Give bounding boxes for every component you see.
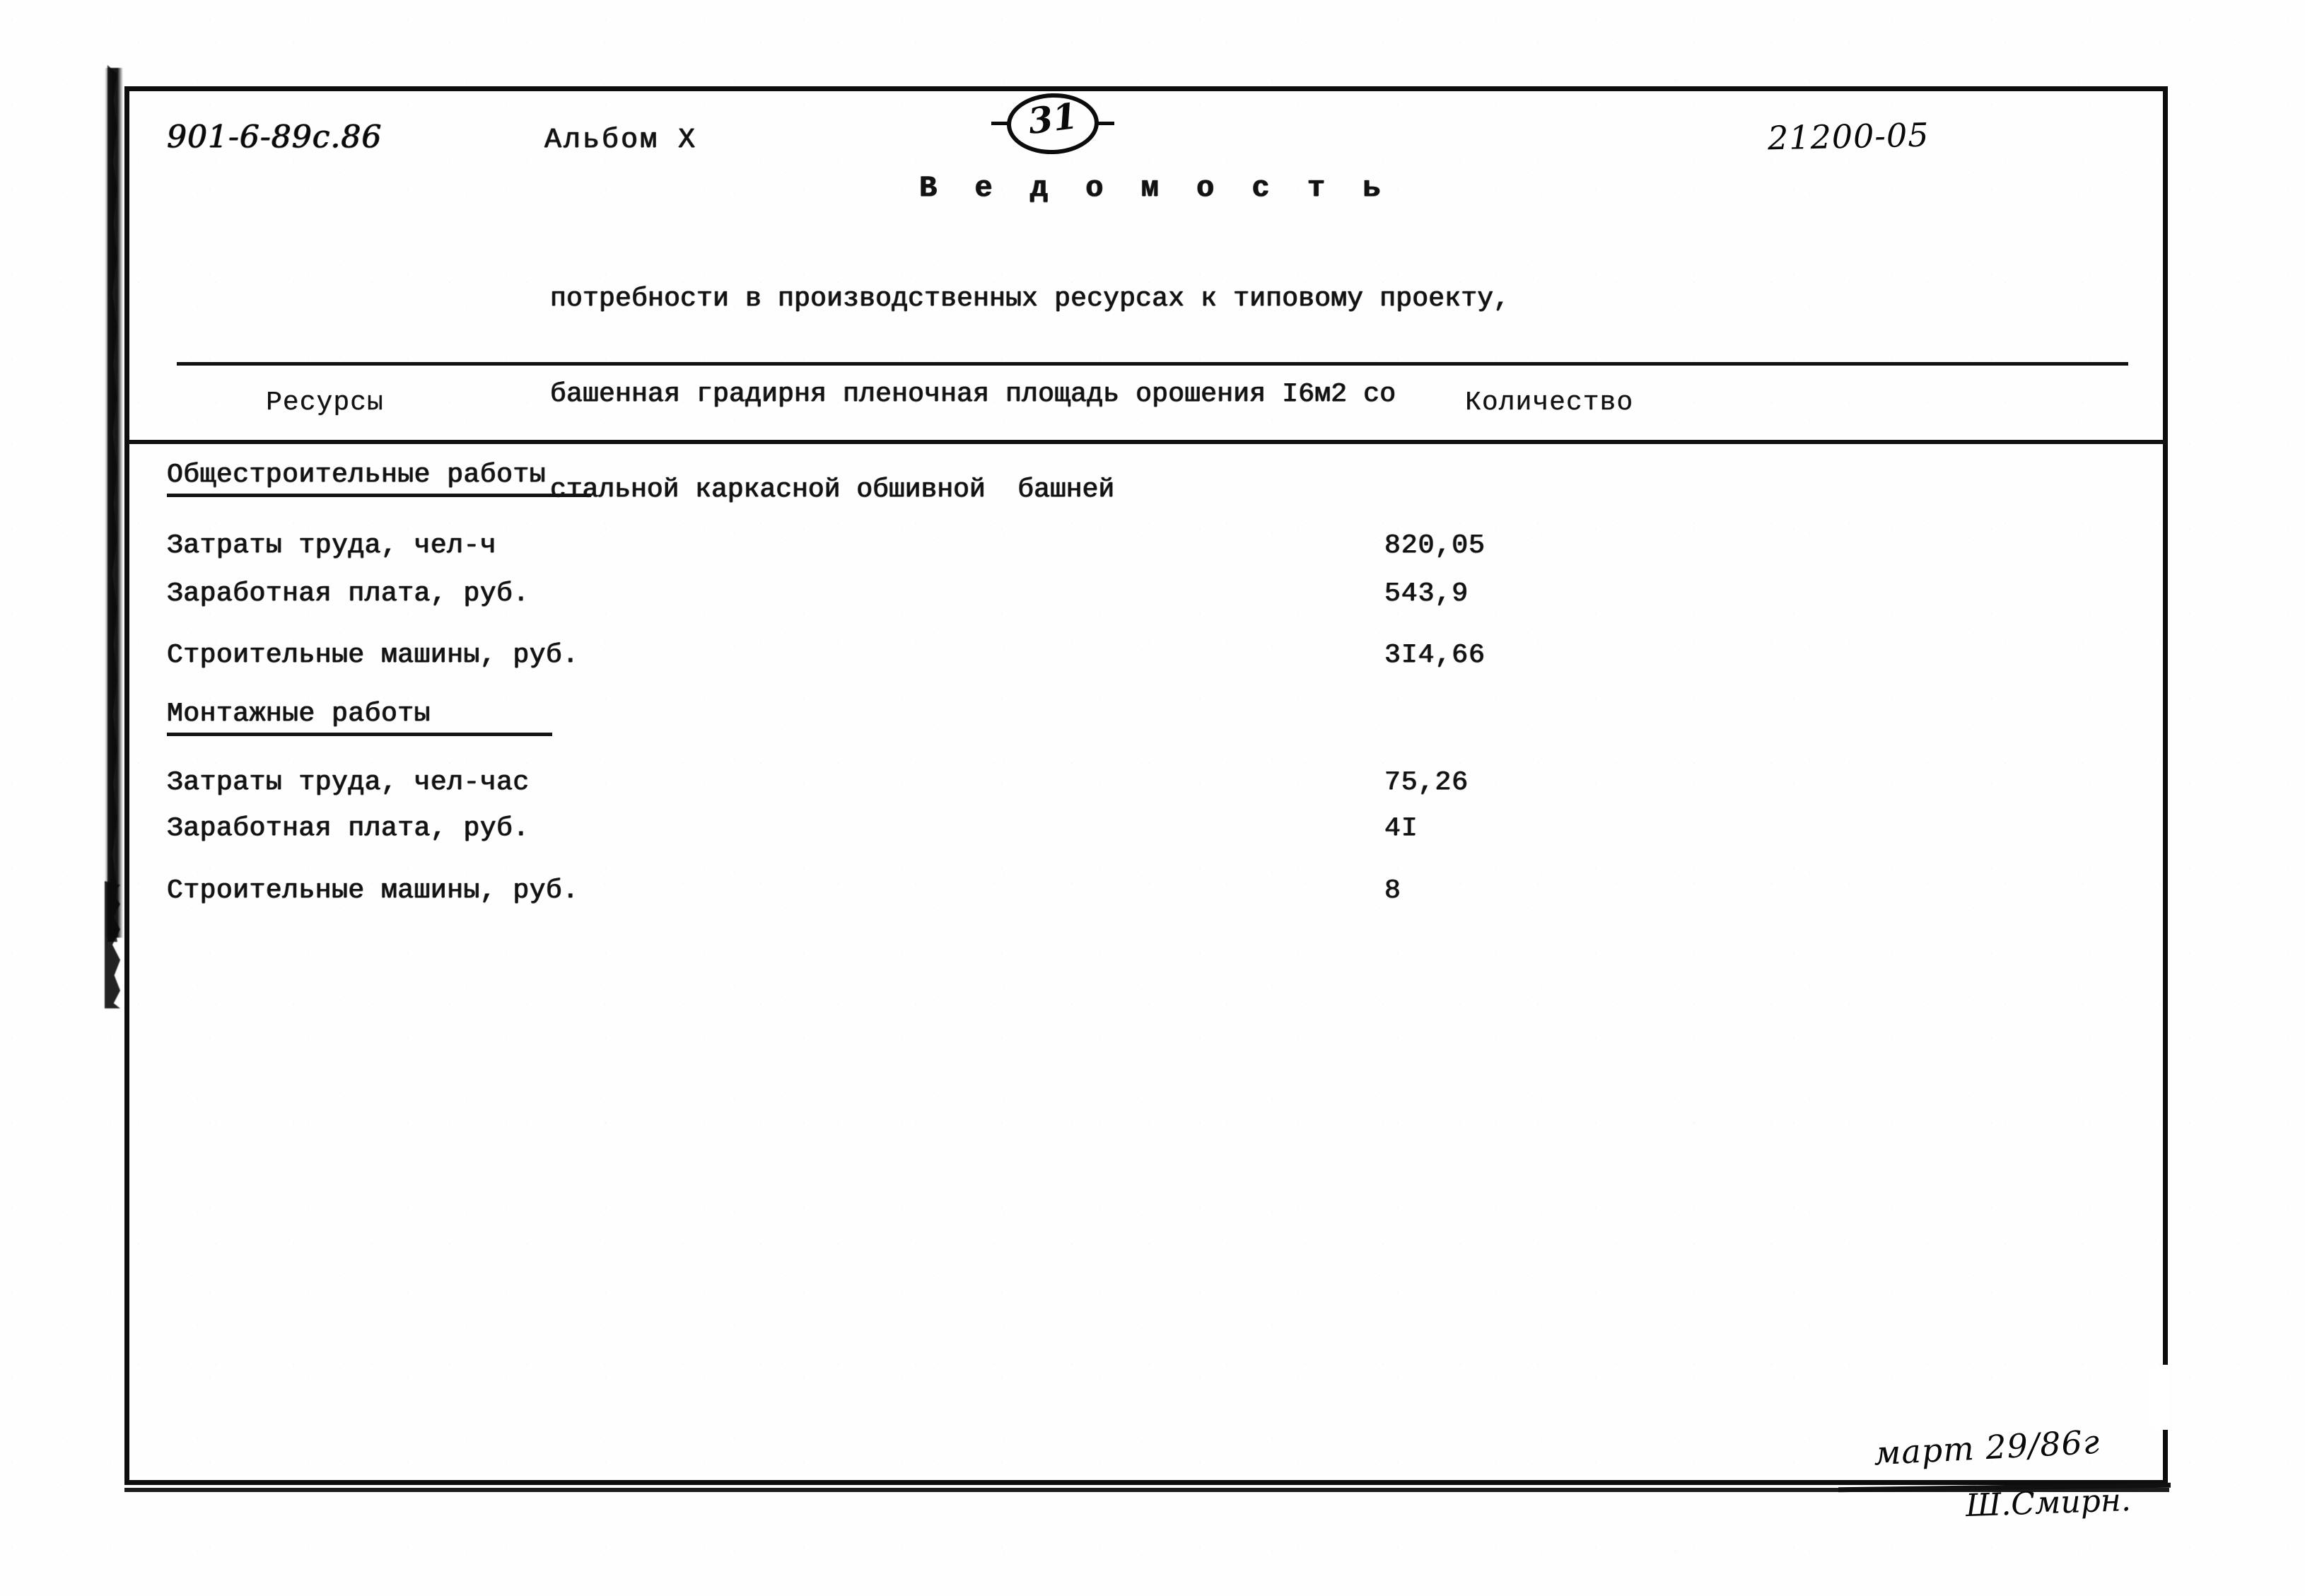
resource-label: Заработная плата, руб.: [167, 578, 530, 609]
approval-signature: Ш.Смирн.: [1965, 1481, 2132, 1525]
resource-label: Строительные машины, руб.: [167, 875, 579, 906]
resource-label: Строительные машины, руб.: [167, 640, 579, 670]
resource-label: Затраты труда, чел-ч: [167, 530, 497, 561]
approval-block: март 29/86г Ш.Смирн.: [1838, 1423, 2171, 1534]
approval-date: март 29/86г: [1872, 1422, 2101, 1473]
resource-value: 4I: [1384, 813, 1418, 844]
resource-label: Затраты труда, чел-час: [167, 767, 530, 798]
resource-value: 543,9: [1384, 578, 1469, 609]
section-heading: Монтажные работы: [167, 699, 552, 736]
resource-value: 3I4,66: [1384, 640, 1486, 670]
section-heading: Общестроительные работы: [167, 460, 591, 497]
resource-value: 820,05: [1384, 530, 1486, 561]
scanned-document-page: 901-6-89с.86 Альбом X 31 21200-05 В е д …: [0, 0, 2305, 1596]
resource-value: 8: [1384, 875, 1401, 906]
section-heading-underline: [167, 494, 591, 497]
resource-label: Заработная плата, руб.: [167, 813, 530, 844]
resources-table-body: Общестроительные работы Затраты труда, че…: [0, 0, 2305, 1596]
section-heading-underline: [167, 733, 552, 736]
resource-value: 75,26: [1384, 767, 1469, 798]
